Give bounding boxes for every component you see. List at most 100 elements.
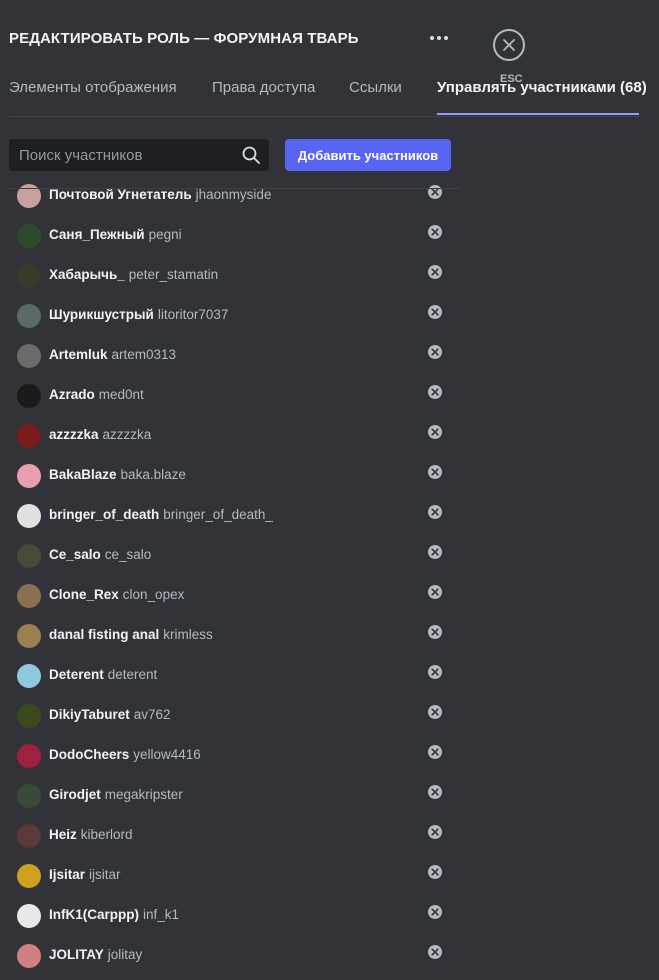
member-display-name: Хабарычь_ bbox=[49, 267, 125, 282]
member-username: litoritor7037 bbox=[157, 307, 229, 322]
avatar bbox=[17, 544, 41, 568]
member-username: artem0313 bbox=[111, 347, 177, 362]
member-display-name: InfK1(Carppp) bbox=[49, 907, 139, 922]
remove-member-button[interactable] bbox=[428, 385, 442, 399]
remove-member-button[interactable] bbox=[428, 545, 442, 559]
remove-member-button[interactable] bbox=[428, 585, 442, 599]
member-row: azzzzka azzzzka bbox=[9, 416, 461, 456]
add-members-button[interactable]: Добавить участников bbox=[285, 139, 451, 171]
remove-member-button[interactable] bbox=[428, 905, 442, 919]
remove-member-button[interactable] bbox=[428, 705, 442, 719]
member-name: Хабарычь_ peter_stamatin bbox=[49, 267, 218, 282]
member-row: Clone_Rex clon_opex bbox=[9, 576, 461, 616]
remove-icon bbox=[431, 428, 439, 436]
member-username: inf_k1 bbox=[143, 907, 180, 922]
member-display-name: Deterent bbox=[49, 667, 104, 682]
remove-member-button[interactable] bbox=[428, 305, 442, 319]
member-name: bringer_of_death bringer_of_death_ bbox=[49, 507, 273, 522]
remove-icon bbox=[431, 588, 439, 596]
member-row: Deterent deterent bbox=[9, 656, 461, 696]
remove-icon bbox=[431, 788, 439, 796]
remove-member-button[interactable] bbox=[428, 945, 442, 959]
remove-icon bbox=[431, 188, 439, 196]
search-box bbox=[9, 139, 269, 171]
remove-member-button[interactable] bbox=[428, 785, 442, 799]
search-input[interactable] bbox=[9, 139, 229, 171]
member-name: Girodjet megakripster bbox=[49, 787, 183, 802]
member-name: DodoCheers yellow4416 bbox=[49, 747, 201, 762]
remove-icon bbox=[431, 468, 439, 476]
tab-manage-members[interactable]: Управлять участниками (68) bbox=[437, 79, 647, 115]
remove-icon bbox=[431, 668, 439, 676]
more-options-icon[interactable] bbox=[427, 28, 451, 48]
avatar bbox=[17, 864, 41, 888]
member-username: ce_salo bbox=[104, 547, 152, 562]
tab-permissions[interactable]: Права доступа bbox=[212, 79, 315, 115]
member-row: Heiz kiberlord bbox=[9, 816, 461, 856]
remove-icon bbox=[431, 348, 439, 356]
remove-member-button[interactable] bbox=[428, 465, 442, 479]
tab-display[interactable]: Элементы отображения bbox=[9, 79, 177, 115]
member-list: Почтовой Угнетатель jhaonmyside Саня_Пежны… bbox=[9, 180, 461, 980]
member-name: Почтовой Угнетатель jhaonmyside bbox=[49, 187, 271, 202]
member-username: krimless bbox=[163, 627, 213, 642]
avatar bbox=[17, 264, 41, 288]
member-username: azzzzka bbox=[102, 427, 152, 442]
avatar bbox=[17, 704, 41, 728]
remove-member-button[interactable] bbox=[428, 505, 442, 519]
remove-member-button[interactable] bbox=[428, 265, 442, 279]
member-username: baka.blaze bbox=[120, 467, 186, 482]
page-title: РЕДАКТИРОВАТЬ РОЛЬ — ФОРУМНАЯ ТВАРЬ bbox=[9, 30, 359, 47]
member-row: Ijsitar ijsitar bbox=[9, 856, 461, 896]
remove-member-button[interactable] bbox=[428, 865, 442, 879]
avatar bbox=[17, 904, 41, 928]
remove-member-button[interactable] bbox=[428, 625, 442, 639]
remove-member-button[interactable] bbox=[428, 745, 442, 759]
member-row: Girodjet megakripster bbox=[9, 776, 461, 816]
member-name: Ijsitar ijsitar bbox=[49, 867, 121, 882]
member-row: Саня_Пежный pegni bbox=[9, 216, 461, 256]
avatar bbox=[17, 504, 41, 528]
member-name: Deterent deterent bbox=[49, 667, 157, 682]
member-name: Шурикшустрый litoritor7037 bbox=[49, 307, 228, 322]
member-row: BakaBlaze baka.blaze bbox=[9, 456, 461, 496]
member-username: pegni bbox=[148, 227, 182, 242]
avatar bbox=[17, 824, 41, 848]
member-name: Heiz kiberlord bbox=[49, 827, 133, 842]
member-display-name: Azrado bbox=[49, 387, 95, 402]
avatar bbox=[17, 584, 41, 608]
remove-icon bbox=[431, 308, 439, 316]
tab-links[interactable]: Ссылки bbox=[349, 79, 402, 115]
member-name: JOLITAY jolitay bbox=[49, 947, 142, 962]
close-button[interactable] bbox=[493, 29, 525, 61]
list-divider bbox=[9, 188, 461, 189]
remove-icon bbox=[431, 548, 439, 556]
close-icon bbox=[503, 39, 515, 51]
member-display-name: Girodjet bbox=[49, 787, 101, 802]
remove-member-button[interactable] bbox=[428, 665, 442, 679]
remove-icon bbox=[431, 908, 439, 916]
member-name: Artemluk artem0313 bbox=[49, 347, 176, 362]
member-display-name: DikiyTaburet bbox=[49, 707, 130, 722]
member-row: Azrado med0nt bbox=[9, 376, 461, 416]
member-name: BakaBlaze baka.blaze bbox=[49, 467, 186, 482]
member-display-name: danal fisting anal bbox=[49, 627, 160, 642]
avatar bbox=[17, 624, 41, 648]
remove-member-button[interactable] bbox=[428, 825, 442, 839]
member-display-name: DodoCheers bbox=[49, 747, 130, 762]
member-display-name: Саня_Пежный bbox=[49, 227, 145, 242]
member-username: deterent bbox=[107, 667, 158, 682]
avatar bbox=[17, 384, 41, 408]
member-row: Artemluk artem0313 bbox=[9, 336, 461, 376]
member-display-name: Шурикшустрый bbox=[49, 307, 154, 322]
member-name: Clone_Rex clon_opex bbox=[49, 587, 184, 602]
member-display-name: Почтовой Угнетатель bbox=[49, 187, 192, 202]
remove-member-button[interactable] bbox=[428, 425, 442, 439]
member-row: Хабарычь_ peter_stamatin bbox=[9, 256, 461, 296]
avatar bbox=[17, 744, 41, 768]
member-username: ijsitar bbox=[89, 867, 121, 882]
remove-member-button[interactable] bbox=[428, 225, 442, 239]
search-icon[interactable] bbox=[241, 145, 261, 165]
remove-member-button[interactable] bbox=[428, 345, 442, 359]
member-display-name: Clone_Rex bbox=[49, 587, 119, 602]
